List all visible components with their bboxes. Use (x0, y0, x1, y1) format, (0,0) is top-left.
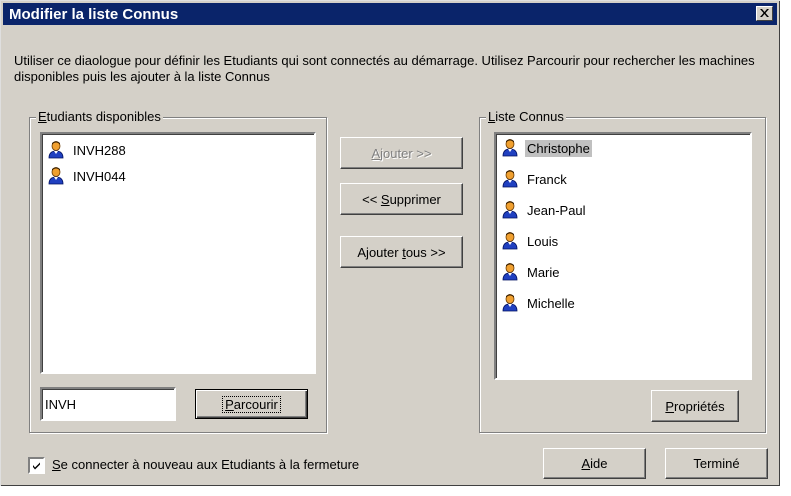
properties-button-label: Propriétés (665, 398, 725, 414)
filter-input-value: INVH (45, 396, 77, 412)
reconnect-checkbox[interactable] (28, 457, 45, 474)
add-button[interactable]: Ajouter >> (340, 137, 463, 169)
reconnect-checkbox-label[interactable]: Se connecter à nouveau aux Etudiants à l… (52, 457, 359, 472)
dialog-description: Utiliser ce diaologue pour définir les E… (14, 53, 755, 84)
done-button-label: Terminé (693, 456, 740, 471)
user-icon (502, 263, 518, 281)
available-students-legend: Etudiants disponibles (36, 109, 163, 124)
user-icon (502, 139, 518, 157)
known-list-item[interactable]: Michelle (502, 291, 577, 315)
help-button-label: Aide (581, 456, 608, 471)
remove-button-label: << Supprimer (362, 191, 441, 207)
known-list-legend: Liste Connus (486, 109, 566, 124)
known-list-item[interactable]: Louis (502, 229, 560, 253)
available-list-item[interactable]: INVH044 (48, 164, 128, 188)
close-button[interactable] (756, 6, 773, 21)
user-icon (502, 232, 518, 250)
available-list-item-label: INVH288 (73, 142, 126, 158)
available-list-item-label: INVH044 (73, 168, 126, 184)
known-list-item[interactable]: Marie (502, 260, 562, 284)
checkmark-icon (33, 462, 40, 470)
done-button[interactable]: Terminé (665, 448, 768, 479)
remove-button[interactable]: << Supprimer (340, 183, 463, 215)
known-list[interactable]: Christophe Franck Jean-Paul Louis Marie Miche… (494, 132, 752, 380)
properties-button[interactable]: Propriétés (651, 390, 739, 422)
filter-input[interactable]: INVH (40, 387, 176, 421)
close-icon (760, 9, 769, 17)
browse-button[interactable]: Parcourir (195, 389, 308, 419)
known-list-group: Liste Connus Christophe Franck Jean-Paul Lo… (479, 109, 766, 433)
browse-button-label: Parcourir (222, 395, 281, 413)
user-icon (48, 167, 64, 185)
title-bar[interactable]: Modifier la liste Connus (3, 3, 777, 25)
known-list-item[interactable]: Jean-Paul (502, 198, 588, 222)
user-icon (48, 141, 64, 159)
available-students-group: Etudiants disponibles INVH288 INVH044 INV… (29, 109, 327, 433)
user-icon (502, 294, 518, 312)
known-list-item-label: Christophe (525, 139, 592, 157)
available-students-list[interactable]: INVH288 INVH044 (40, 132, 316, 374)
known-list-item-label: Louis (527, 233, 559, 249)
user-icon (502, 201, 518, 219)
dialog-window: Modifier la liste Connus Utiliser ce dia… (0, 0, 780, 486)
known-list-item-label: Marie (527, 264, 560, 280)
help-button[interactable]: Aide (543, 448, 646, 479)
known-list-item-label: Jean-Paul (527, 202, 586, 218)
add-all-button[interactable]: Ajouter tous >> (340, 236, 463, 268)
known-list-item-label: Franck (527, 171, 567, 187)
known-list-item-label: Michelle (527, 295, 575, 311)
add-all-button-label: Ajouter tous >> (357, 244, 446, 260)
dialog-title: Modifier la liste Connus (9, 5, 179, 23)
add-button-label: Ajouter >> (371, 145, 432, 161)
user-icon (502, 170, 518, 188)
available-list-item[interactable]: INVH288 (48, 138, 128, 162)
known-list-item[interactable]: Franck (502, 167, 569, 191)
known-list-item[interactable]: Christophe (502, 136, 592, 160)
